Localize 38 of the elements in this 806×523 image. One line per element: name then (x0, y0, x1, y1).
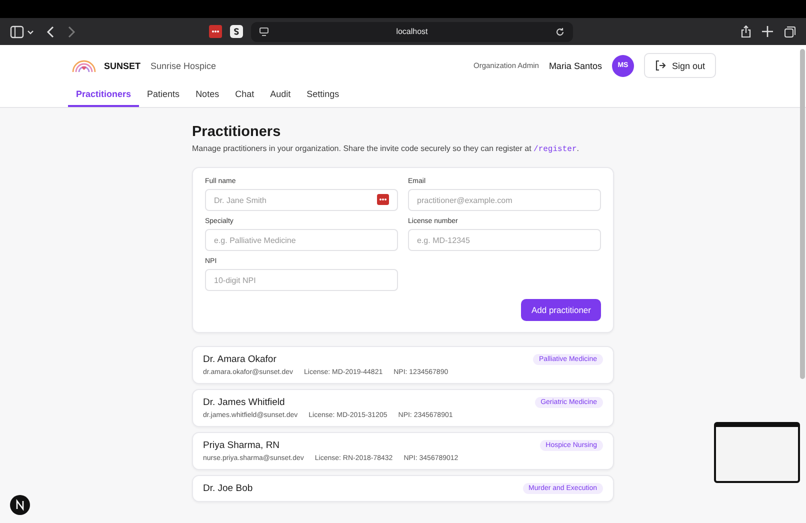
tabs-icon[interactable] (784, 26, 796, 38)
url-text: localhost (396, 27, 428, 36)
page-title: Practitioners (192, 124, 282, 140)
extension-icon[interactable] (230, 25, 243, 38)
nav-tab[interactable]: Audit (262, 84, 299, 107)
nav-tab[interactable]: Chat (227, 84, 262, 107)
practitioner-name: Dr. Joe Bob (203, 483, 253, 494)
practitioner-name: Dr. James Whitfield (203, 397, 286, 408)
sidebar-icon[interactable] (10, 24, 36, 38)
password-manager-icon[interactable] (377, 194, 389, 205)
input-field[interactable]: Dr. Jane Smith (205, 189, 398, 211)
rainbow-logo-icon (72, 59, 96, 72)
input-field[interactable]: e.g. Palliative Medicine (205, 229, 398, 251)
organization-name: Sunrise Hospice (150, 60, 216, 70)
add-practitioner-button[interactable]: Add practitioner (521, 299, 601, 321)
back-icon[interactable] (46, 26, 56, 38)
address-bar[interactable]: localhost (251, 22, 573, 42)
page-description: Manage practitioners in your organization. Share the invite code securely so they can register at /register. (192, 144, 580, 154)
nav-tab[interactable]: Settings (298, 84, 348, 107)
reload-icon[interactable] (554, 26, 565, 36)
nav-tab[interactable]: Patients (139, 84, 188, 107)
sign-out-button[interactable]: Sign out (644, 53, 716, 78)
scrollbar[interactable] (800, 49, 805, 379)
dev-tools-badge-icon[interactable] (10, 495, 30, 515)
practitioner-name: Priya Sharma, RN (203, 440, 281, 451)
brand-name: SUNSET (104, 60, 141, 70)
input-field[interactable]: e.g. MD-12345 (408, 229, 601, 251)
sign-out-icon (654, 60, 666, 71)
share-icon[interactable] (741, 25, 751, 38)
input-field[interactable]: 10-digit NPI (205, 269, 398, 291)
practitioner-name: Dr. Amara Okafor (203, 354, 278, 365)
user-name: Maria Santos (548, 60, 602, 70)
screenshot-thumbnail[interactable] (714, 422, 800, 483)
nav-tab[interactable]: Notes (188, 84, 228, 107)
forward-icon[interactable] (66, 26, 76, 38)
input-field[interactable]: practitioner@example.com (408, 189, 601, 211)
plus-icon[interactable] (762, 26, 773, 37)
nav-tab[interactable]: Practitioners (68, 84, 140, 107)
